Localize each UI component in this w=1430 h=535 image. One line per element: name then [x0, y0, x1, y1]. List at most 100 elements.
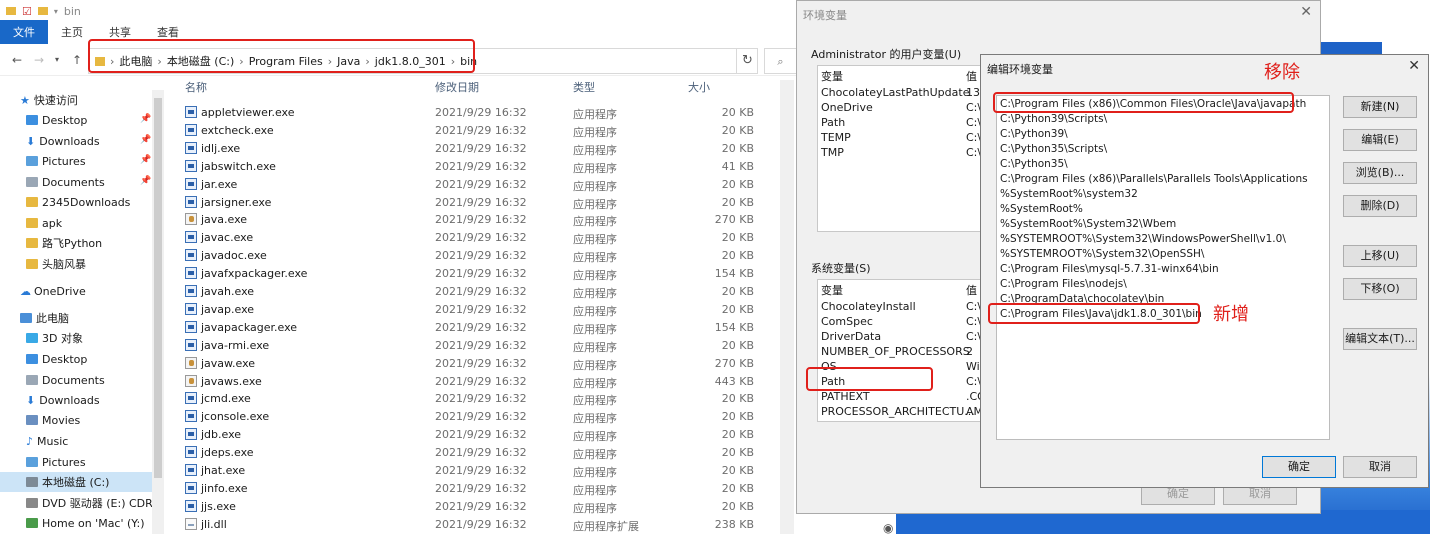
dropdown-icon[interactable]: ▾: [54, 7, 58, 16]
variable-name[interactable]: OneDrive: [821, 101, 873, 114]
scrollbar-thumb[interactable]: [154, 98, 162, 478]
path-entry[interactable]: C:\Program Files\mysql-5.7.31-winx64\bin: [1000, 263, 1219, 278]
variable-name[interactable]: ChocolateyInstall: [821, 300, 916, 313]
variable-value[interactable]: 2: [966, 345, 973, 358]
path-entries-list[interactable]: C:\Program Files (x86)\Common Files\Orac…: [996, 95, 1330, 440]
quick-access-toolbar-icon[interactable]: ☑: [22, 5, 32, 18]
table-row[interactable]: jdeps.exe 2021/9/29 16:32 应用程序 20 KB: [170, 444, 770, 462]
variable-value[interactable]: C:\: [966, 315, 981, 328]
table-row[interactable]: javaw.exe 2021/9/29 16:32 应用程序 270 KB: [170, 355, 770, 373]
resize-grip-icon[interactable]: ◉: [883, 521, 893, 535]
sidebar-item-pictures[interactable]: Pictures: [26, 151, 86, 171]
sidebar-item-documents[interactable]: Documents: [26, 172, 105, 192]
sidebar-item-pc-desktop[interactable]: Desktop: [26, 349, 87, 369]
column-header-name[interactable]: 名称: [185, 78, 207, 98]
sidebar-item-local-disk[interactable]: 本地磁盘 (C:): [0, 472, 152, 492]
variable-name[interactable]: Path: [821, 116, 845, 129]
table-row[interactable]: javac.exe 2021/9/29 16:32 应用程序 20 KB: [170, 229, 770, 247]
table-row[interactable]: javadoc.exe 2021/9/29 16:32 应用程序 20 KB: [170, 247, 770, 265]
browse-button[interactable]: 浏览(B)...: [1343, 162, 1417, 184]
variable-value[interactable]: C:\: [966, 300, 981, 313]
close-icon[interactable]: ✕: [1408, 58, 1420, 74]
back-arrow-icon[interactable]: ←: [6, 53, 28, 67]
search-icon[interactable]: ⌕: [764, 48, 796, 74]
tab-file[interactable]: 文件: [0, 20, 48, 44]
column-header-date[interactable]: 修改日期: [435, 78, 479, 98]
path-entry[interactable]: C:\Program Files\nodejs\: [1000, 278, 1127, 293]
table-row[interactable]: java-rmi.exe 2021/9/29 16:32 应用程序 20 KB: [170, 337, 770, 355]
refresh-icon[interactable]: ↻: [736, 48, 758, 74]
variable-name[interactable]: TEMP: [821, 131, 851, 144]
variable-value[interactable]: C:\: [966, 375, 981, 388]
variable-value[interactable]: C:\: [966, 131, 981, 144]
recent-dropdown-icon[interactable]: ▾: [46, 55, 68, 64]
sidebar-item-apk[interactable]: apk: [26, 213, 62, 233]
column-header-type[interactable]: 类型: [573, 78, 595, 98]
edit-button[interactable]: 编辑(E): [1343, 129, 1417, 151]
variable-name[interactable]: PROCESSOR_ARCHITECTU...: [821, 405, 975, 418]
sidebar-scrollbar[interactable]: [152, 90, 164, 534]
table-row[interactable]: jinfo.exe 2021/9/29 16:32 应用程序 20 KB: [170, 480, 770, 498]
table-row[interactable]: jcmd.exe 2021/9/29 16:32 应用程序 20 KB: [170, 390, 770, 408]
variable-name[interactable]: TMP: [821, 146, 844, 159]
table-row[interactable]: jabswitch.exe 2021/9/29 16:32 应用程序 41 KB: [170, 158, 770, 176]
edit-text-button[interactable]: 编辑文本(T)...: [1343, 328, 1417, 350]
move-down-button[interactable]: 下移(O): [1343, 278, 1417, 300]
pin-icon[interactable]: 📌: [140, 176, 151, 186]
sidebar-item-movies[interactable]: Movies: [26, 410, 80, 430]
move-up-button[interactable]: 上移(U): [1343, 245, 1417, 267]
table-row[interactable]: jdb.exe 2021/9/29 16:32 应用程序 20 KB: [170, 426, 770, 444]
path-entry[interactable]: C:\Python39\Scripts\: [1000, 113, 1107, 128]
sidebar-item-pc-documents[interactable]: Documents: [26, 370, 105, 390]
variable-name[interactable]: NUMBER_OF_PROCESSORS: [821, 345, 970, 358]
variable-value[interactable]: C:\: [966, 116, 981, 129]
column-header-size[interactable]: 大小: [688, 78, 710, 98]
table-row[interactable]: javapackager.exe 2021/9/29 16:32 应用程序 154 K…: [170, 319, 770, 337]
up-arrow-icon[interactable]: ↑: [66, 53, 88, 67]
table-row[interactable]: idlj.exe 2021/9/29 16:32 应用程序 20 KB: [170, 140, 770, 158]
path-entry[interactable]: %SYSTEMROOT%\System32\WindowsPowerShell\…: [1000, 233, 1286, 248]
sidebar-item-mac-home[interactable]: Home on 'Mac' (Y:): [26, 513, 145, 533]
sidebar-onedrive[interactable]: ☁ OneDrive: [20, 281, 86, 301]
cancel-button[interactable]: 取消: [1343, 456, 1417, 478]
pin-icon[interactable]: 📌: [140, 114, 151, 124]
path-entry[interactable]: C:\Python35\: [1000, 158, 1068, 173]
variable-value[interactable]: C:\: [966, 146, 981, 159]
variable-name[interactable]: ComSpec: [821, 315, 873, 328]
sidebar-item-pc-downloads[interactable]: ⬇ Downloads: [26, 390, 100, 410]
sidebar-item-3d-objects[interactable]: 3D 对象: [26, 328, 83, 348]
table-row[interactable]: java.exe 2021/9/29 16:32 应用程序 270 KB: [170, 211, 770, 229]
table-row[interactable]: jjs.exe 2021/9/29 16:32 应用程序 20 KB: [170, 498, 770, 516]
variable-name[interactable]: PATHEXT: [821, 390, 870, 403]
path-entry[interactable]: %SystemRoot%\System32\Wbem: [1000, 218, 1176, 233]
variable-name[interactable]: ChocolateyLastPathUpdate: [821, 86, 969, 99]
variable-value[interactable]: Wi: [966, 360, 980, 373]
table-row[interactable]: jli.dll 2021/9/29 16:32 应用程序扩展 238 KB: [170, 516, 770, 534]
path-entry[interactable]: C:\Program Files (x86)\Parallels\Paralle…: [1000, 173, 1308, 188]
table-row[interactable]: javap.exe 2021/9/29 16:32 应用程序 20 KB: [170, 301, 770, 319]
pin-icon[interactable]: 📌: [140, 135, 151, 145]
sidebar-quick-access[interactable]: ★ 快速访问: [20, 90, 78, 110]
sidebar-item-dvd-drive[interactable]: DVD 驱动器 (E:) CDROM: [26, 493, 164, 513]
sidebar-item-downloads[interactable]: ⬇ Downloads: [26, 131, 100, 151]
sidebar-item-music[interactable]: ♪ Music: [26, 431, 68, 451]
table-row[interactable]: extcheck.exe 2021/9/29 16:32 应用程序 20 KB: [170, 122, 770, 140]
sidebar-item-luffy-python[interactable]: 路飞Python: [26, 233, 102, 253]
path-entry[interactable]: C:\Python39\: [1000, 128, 1068, 143]
sidebar-item-2345downloads[interactable]: 2345Downloads: [26, 192, 130, 212]
new-button[interactable]: 新建(N): [1343, 96, 1417, 118]
variable-value[interactable]: C:\: [966, 101, 981, 114]
delete-button[interactable]: 删除(D): [1343, 195, 1417, 217]
sidebar-item-brainstorm[interactable]: 头脑风暴: [26, 254, 86, 274]
sidebar-this-pc[interactable]: 此电脑: [20, 308, 69, 328]
path-entry[interactable]: %SystemRoot%\system32: [1000, 188, 1138, 203]
sidebar-item-desktop[interactable]: Desktop: [26, 110, 87, 130]
file-list-scrollbar[interactable]: [780, 80, 794, 534]
table-row[interactable]: javafxpackager.exe 2021/9/29 16:32 应用程序 154…: [170, 265, 770, 283]
path-entry[interactable]: C:\Python35\Scripts\: [1000, 143, 1107, 158]
close-icon[interactable]: ✕: [1300, 4, 1312, 20]
table-row[interactable]: jconsole.exe 2021/9/29 16:32 应用程序 20 KB: [170, 408, 770, 426]
table-row[interactable]: jhat.exe 2021/9/29 16:32 应用程序 20 KB: [170, 462, 770, 480]
variable-value[interactable]: C:\: [966, 330, 981, 343]
path-entry[interactable]: %SYSTEMROOT%\System32\OpenSSH\: [1000, 248, 1204, 263]
